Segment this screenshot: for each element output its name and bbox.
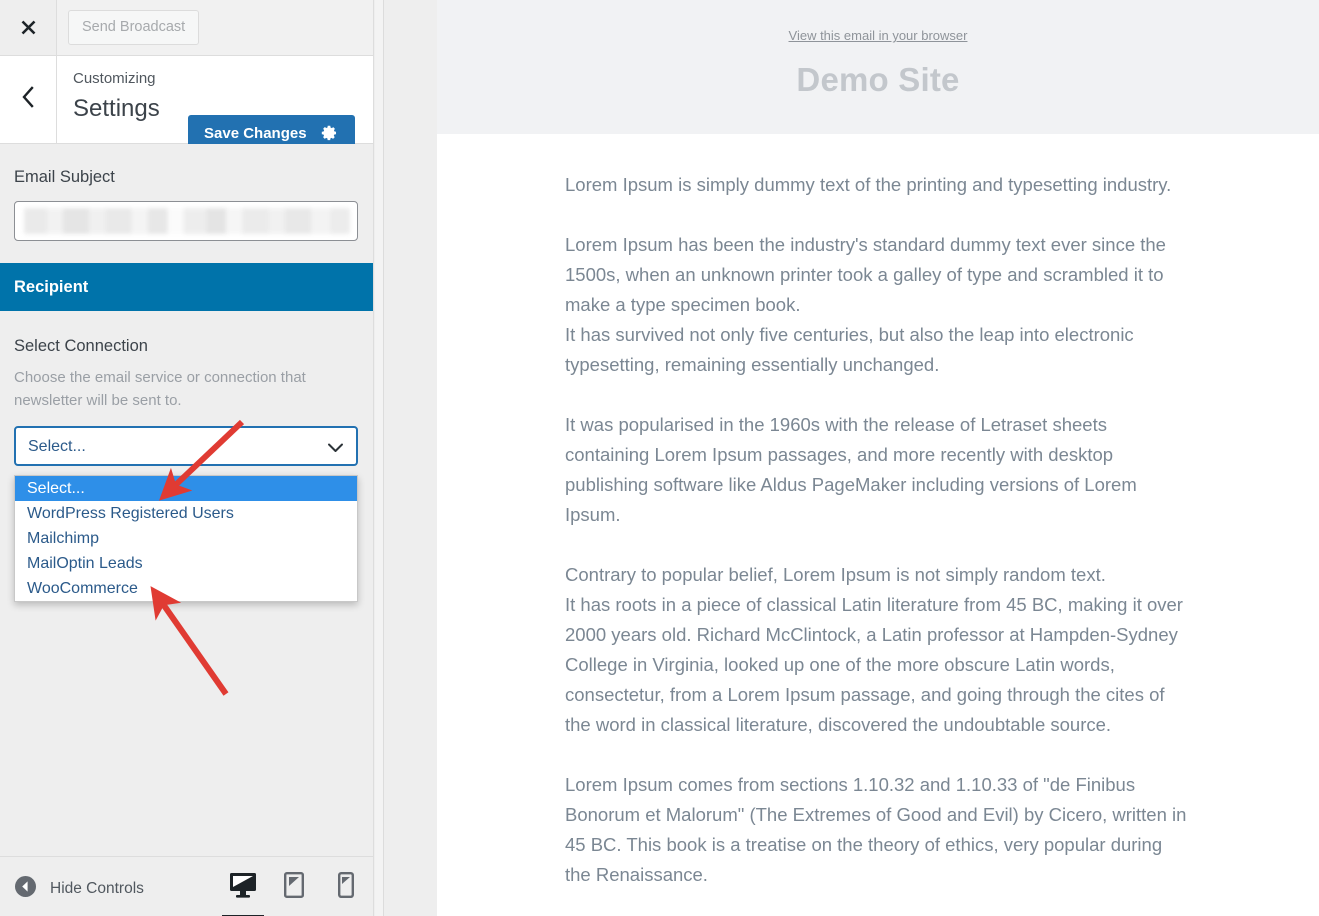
email-subject-label: Email Subject [14,168,115,186]
desktop-icon [228,871,258,904]
close-icon [19,18,38,37]
connection-select-value: Select... [28,438,86,455]
email-paragraph: Lorem Ipsum is simply dummy text of the … [565,174,1172,195]
back-button[interactable] [0,56,57,143]
hide-controls-button[interactable]: Hide Controls [14,875,144,903]
email-site-title: Demo Site [796,61,960,98]
email-header: View this email in your browser Demo Sit… [437,0,1319,134]
broadcast-toolbar: Send Broadcast [0,0,373,56]
recipient-section-title: Recipient [14,277,89,296]
select-connection-field: Select Connection Choose the email servi… [0,311,373,466]
desktop-preview-button[interactable] [221,871,265,916]
save-changes-label: Save Changes [204,125,307,142]
connection-option[interactable]: Select... [15,476,357,501]
panel-preview-gap [384,0,437,916]
collapse-left-icon [14,875,37,903]
sidebar-scrollbar-track[interactable] [375,0,759,916]
close-customizer-button[interactable] [0,0,57,55]
email-subject-input[interactable] [14,201,358,241]
recipient-section-header[interactable]: Recipient [0,263,373,311]
email-preview-pane: View this email in your browser Demo Sit… [437,0,1319,916]
email-paragraph: Lorem Ipsum comes from sections 1.10.32 … [565,774,1187,885]
email-paragraph: Lorem Ipsum has been the industry's stan… [565,234,1166,375]
email-paragraph: It was popularised in the 1960s with the… [565,414,1137,525]
connection-option[interactable]: WordPress Registered Users [15,501,357,526]
chevron-down-icon [327,441,344,459]
customizer-footer: Hide Controls [0,856,373,916]
mobile-preview-button[interactable] [324,871,368,916]
email-body: Lorem Ipsum is simply dummy text of the … [437,134,1319,890]
email-paragraph: Contrary to popular belief, Lorem Ipsum … [565,564,1183,735]
page-title: Settings [73,95,160,122]
customizer-header: Customizing Settings Save Changes [0,56,373,152]
tablet-icon [282,871,306,904]
hide-controls-label: Hide Controls [50,880,144,897]
connection-option-list[interactable]: Select... WordPress Registered Users Mailc… [14,475,358,602]
customizing-label: Customizing [73,70,156,87]
select-connection-label: Select Connection [14,337,148,355]
email-subject-field: Email Subject [0,144,373,241]
connection-select[interactable]: Select... [14,426,358,466]
tablet-preview-button[interactable] [272,871,316,916]
view-in-browser-link[interactable]: View this email in your browser [789,27,968,45]
connection-option[interactable]: Mailchimp [15,526,357,551]
chevron-left-icon [20,85,36,114]
connection-option[interactable]: WooCommerce [15,576,357,601]
send-broadcast-button[interactable]: Send Broadcast [68,10,200,45]
connection-option[interactable]: MailOptin Leads [15,551,357,576]
gear-icon[interactable] [320,124,338,146]
mobile-icon [337,871,355,904]
customizer-panel: Send Broadcast Customizing Settings Save… [0,0,374,916]
select-connection-description: Choose the email service or connection t… [14,369,306,409]
